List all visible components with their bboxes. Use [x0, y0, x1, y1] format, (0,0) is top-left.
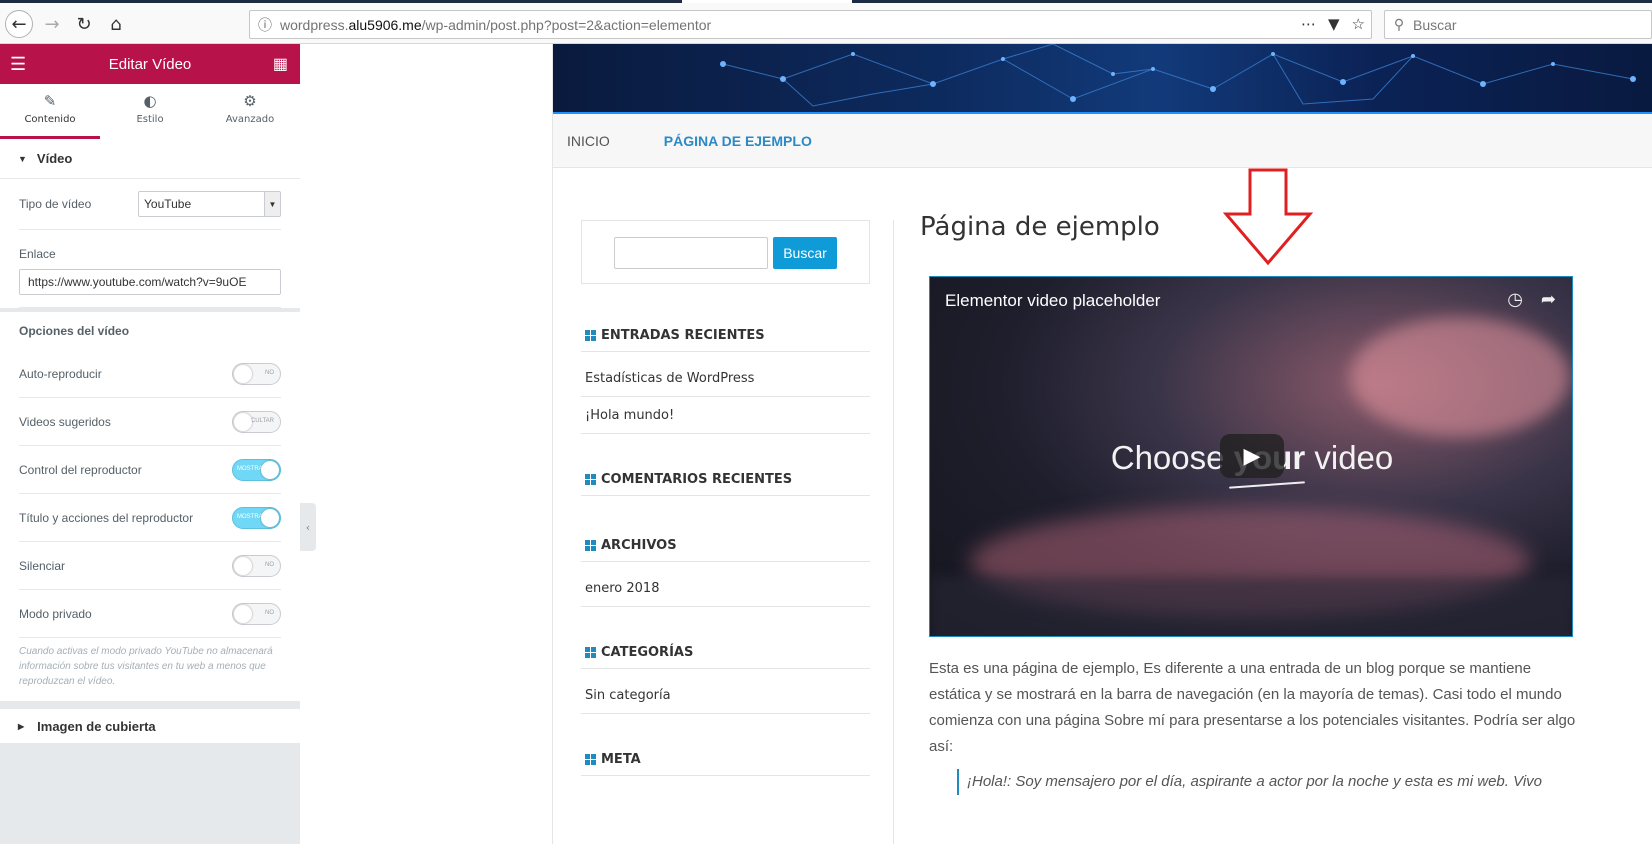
widget-title-meta: META — [581, 744, 870, 776]
browser-search-bar[interactable]: ⚲ Buscar — [1384, 10, 1652, 39]
header-banner-image — [553, 44, 1652, 114]
site-search-button[interactable]: Buscar — [773, 237, 837, 269]
panel-header: ☰ Editar Vídeo ▦ — [0, 44, 300, 84]
nav-item-inicio[interactable]: INICIO — [567, 133, 610, 149]
bookmark-star-icon[interactable]: ☆ — [1352, 15, 1365, 33]
toggle-switch[interactable]: MOSTRA — [232, 458, 281, 481]
toggle-label: Auto-reproducir — [19, 366, 102, 381]
site-preview: INICIO PÁGINA DE EJEMPLO Buscar ENTRADAS… — [552, 44, 1652, 844]
tab-contenido[interactable]: ✎ Contenido — [0, 84, 100, 139]
back-icon[interactable]: ← — [5, 10, 33, 38]
toggle-switch[interactable]: NO — [232, 602, 281, 625]
gear-icon: ⚙ — [243, 92, 257, 110]
page-paragraph: Esta es una página de ejemplo, Es difere… — [929, 660, 1576, 755]
panel-title: Editar Vídeo — [108, 55, 192, 73]
page-title: Página de ejemplo — [920, 212, 1160, 242]
caret-down-icon: ▼ — [18, 153, 27, 164]
page-blockquote: ¡Hola!: Soy mensajero por el día, aspira… — [957, 769, 1557, 795]
toggle-switch[interactable]: OCULTAR — [232, 410, 281, 433]
reload-icon[interactable]: ↻ — [70, 10, 98, 38]
control-toggle: Silenciar NO — [19, 542, 281, 590]
toggle-label: Título y acciones del reproductor — [19, 510, 194, 525]
control-toggle: Control del reproductor MOSTRA — [19, 446, 281, 494]
recent-post-link[interactable]: Estadísticas de WordPress — [581, 360, 870, 397]
widget-grid-icon — [585, 474, 596, 485]
control-link: Enlace https://www.youtube.com/watch?v=9… — [19, 230, 281, 308]
section-video[interactable]: ▼ Vídeo — [0, 139, 300, 179]
video-title[interactable]: Elementor video placeholder — [945, 291, 1160, 311]
nav-item-pagina-ejemplo[interactable]: PÁGINA DE EJEMPLO — [664, 133, 812, 149]
play-button-icon[interactable]: ▶ — [1220, 434, 1284, 478]
watch-later-icon[interactable]: ◷ — [1507, 289, 1523, 310]
search-icon: ⚲ — [1393, 16, 1405, 33]
control-toggle: Modo privado NO — [19, 590, 281, 638]
link-input[interactable]: https://www.youtube.com/watch?v=9uOE — [19, 269, 281, 295]
toggle-label: Silenciar — [19, 558, 66, 573]
archive-link[interactable]: enero 2018 — [581, 570, 870, 607]
elementor-panel: ☰ Editar Vídeo ▦ ✎ Contenido ◐ Estilo ⚙ Ava… — [0, 44, 300, 844]
toggle-switch[interactable]: NO — [232, 362, 281, 385]
video-player[interactable]: Elementor video placeholder ◷ ➦ Choose y… — [929, 276, 1573, 637]
share-icon[interactable]: ➦ — [1541, 289, 1556, 310]
address-bar[interactable]: ⓘ wordpress.alu5906.me/wp-admin/post.php… — [249, 10, 1372, 39]
widgets-grid-icon[interactable]: ▦ — [273, 54, 288, 74]
toggle-label: Videos sugeridos — [19, 414, 111, 429]
privacy-note: Cuando activas el modo privado YouTube n… — [19, 646, 273, 687]
chevron-down-icon: ▼ — [264, 192, 280, 216]
widget-grid-icon — [585, 647, 596, 658]
site-sidebar: Buscar ENTRADAS RECIENTES Estadísticas d… — [581, 220, 870, 776]
contrast-icon: ◐ — [143, 92, 157, 110]
widget-grid-icon — [585, 540, 596, 551]
column-divider — [893, 220, 894, 844]
panel-controls: ▼ Vídeo Tipo de vídeo YouTube ▼ Enlace htt… — [0, 139, 300, 743]
section-cover-image[interactable]: ▶ Imagen de cubierta — [0, 701, 300, 743]
control-toggle: Auto-reproducir NO — [19, 350, 281, 398]
search-widget: Buscar — [581, 220, 870, 284]
widget-grid-icon — [585, 754, 596, 765]
toggle-switch[interactable]: NO — [232, 554, 281, 577]
widget-title-recent-comments: COMENTARIOS RECIENTES — [581, 464, 870, 496]
home-icon[interactable]: ⌂ — [102, 10, 130, 38]
video-type-select[interactable]: YouTube ▼ — [138, 191, 281, 217]
video-options-heading: Opciones del vídeo — [19, 324, 130, 338]
site-navigation: INICIO PÁGINA DE EJEMPLO — [553, 114, 1652, 168]
browser-toolbar: ← → ↻ ⌂ ⓘ wordpress.alu5906.me/wp-admin/… — [0, 3, 1652, 44]
site-info-icon[interactable]: ⓘ — [250, 15, 280, 35]
control-toggle: Título y acciones del reproductor MOSTRA — [19, 494, 281, 542]
toggle-switch[interactable]: MOSTRA — [232, 506, 281, 529]
widget-title-archives: ARCHIVOS — [581, 530, 870, 562]
category-link[interactable]: Sin categoría — [581, 677, 870, 714]
page-actions-icon[interactable]: ⋯ — [1301, 15, 1316, 33]
search-placeholder: Buscar — [1413, 16, 1457, 33]
widget-grid-icon — [585, 330, 596, 341]
tab-avanzado[interactable]: ⚙ Avanzado — [200, 84, 300, 139]
pocket-icon[interactable]: ▼ — [1328, 15, 1340, 33]
recent-post-link[interactable]: ¡Hola mundo! — [581, 397, 870, 434]
tab-estilo[interactable]: ◐ Estilo — [100, 84, 200, 139]
control-toggle: Videos sugeridos OCULTAR — [19, 398, 281, 446]
toggle-label: Modo privado — [19, 606, 92, 621]
toggle-label: Control del reproductor — [19, 462, 142, 477]
url-text[interactable]: wordpress.alu5906.me/wp-admin/post.php?p… — [280, 17, 711, 33]
forward-icon[interactable]: → — [38, 10, 66, 38]
red-arrow-annotation — [1223, 168, 1313, 266]
panel-collapse-handle[interactable]: ‹ — [300, 503, 316, 551]
menu-icon[interactable]: ☰ — [10, 54, 26, 75]
site-search-input[interactable] — [614, 237, 768, 269]
control-video-type: Tipo de vídeo YouTube ▼ — [19, 179, 281, 230]
widget-title-categories: CATEGORÍAS — [581, 637, 870, 669]
caret-right-icon: ▶ — [18, 721, 25, 731]
widget-title-recent-posts: ENTRADAS RECIENTES — [581, 320, 870, 352]
pencil-icon: ✎ — [43, 92, 57, 110]
